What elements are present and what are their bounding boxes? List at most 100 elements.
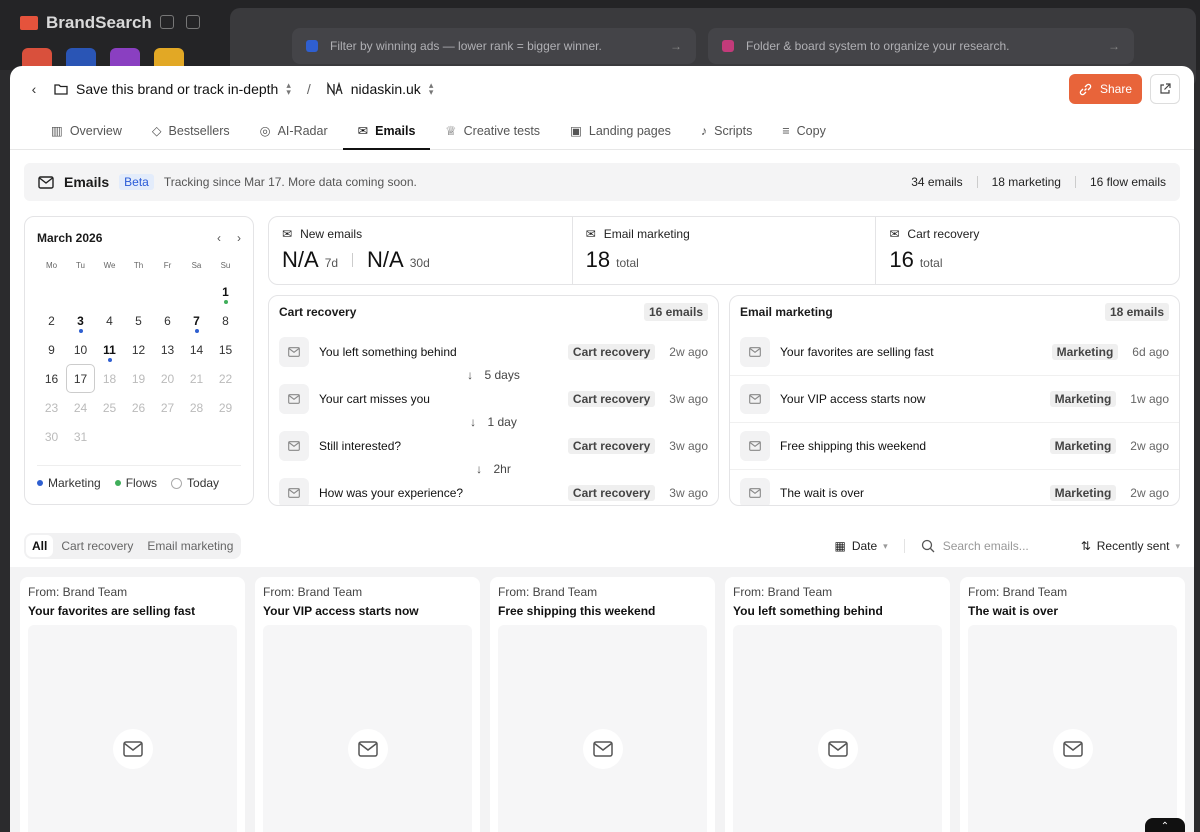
calendar-day[interactable]: 19 — [124, 364, 153, 393]
calendar-day[interactable]: 16 — [37, 364, 66, 393]
calendar-day[interactable]: 27 — [153, 393, 182, 422]
legend-flows: Flows — [114, 476, 157, 490]
segment-cart-recovery[interactable]: Cart recovery — [55, 535, 139, 557]
sort-dropdown[interactable]: ⇅ Recently sent ▾ — [1081, 539, 1180, 553]
calendar-day[interactable]: 17 — [66, 364, 95, 393]
calendar-day[interactable]: 10 — [66, 335, 95, 364]
email-sent-ago: 2w ago — [1130, 439, 1169, 453]
email-preview-card[interactable]: From: Brand Team Your favorites are selli… — [20, 577, 245, 832]
share-button[interactable]: Share — [1068, 74, 1142, 104]
calendar-day[interactable]: 31 — [66, 422, 95, 451]
tab-bestsellers[interactable]: ◇ Bestsellers — [137, 112, 245, 149]
calendar-day[interactable]: 18 — [95, 364, 124, 393]
email-preview-card[interactable]: From: Brand Team Free shipping this weeke… — [490, 577, 715, 832]
segment-email-marketing[interactable]: Email marketing — [141, 535, 239, 557]
brand-avatar-icon — [327, 82, 343, 96]
marketing-emails-count: 18 marketing — [991, 175, 1061, 189]
open-mail-icon: ✉ — [889, 227, 900, 241]
email-subject: Your VIP access starts now — [263, 604, 419, 618]
scroll-up-chevron-icon[interactable]: ⌃ — [1145, 818, 1185, 832]
stat-value-7d: N/A — [282, 247, 319, 272]
email-subject: Free shipping this weekend — [498, 604, 656, 618]
email-list-item[interactable]: Free shipping this weekend Marketing 2w ag… — [730, 422, 1179, 469]
email-sent-ago: 3w ago — [669, 486, 708, 500]
back-chevron-icon[interactable]: ‹ — [24, 81, 44, 97]
external-link-icon — [1160, 83, 1171, 94]
open-external-button[interactable] — [1150, 74, 1180, 104]
tab-copy[interactable]: ≡ Copy — [767, 112, 840, 149]
calendar-day[interactable]: 21 — [182, 364, 211, 393]
segment-control: All Cart recovery Email marketing — [24, 533, 242, 559]
calendar-day[interactable]: 24 — [66, 393, 95, 422]
banner-folders-text: Folder & board system to organize your r… — [746, 39, 1010, 53]
calendar-day[interactable]: 6 — [153, 306, 182, 335]
calendar-day[interactable]: 29 — [211, 393, 240, 422]
calendar-day[interactable]: 7 — [182, 306, 211, 335]
sidebar-toggle-icon[interactable] — [160, 15, 174, 29]
calendar-day[interactable]: 12 — [124, 335, 153, 364]
calendar-day[interactable]: 8 — [211, 306, 240, 335]
calendar-day[interactable]: 2 — [37, 306, 66, 335]
calendar-day[interactable]: 14 — [182, 335, 211, 364]
filter-bar: All Cart recovery Email marketing ▦ Date… — [24, 532, 1180, 560]
calendar-day[interactable]: 1 — [211, 277, 240, 306]
calendar-day[interactable]: 22 — [211, 364, 240, 393]
calendar-day[interactable]: 15 — [211, 335, 240, 364]
brand-name: BrandSearch — [46, 13, 152, 32]
calendar-day[interactable]: 26 — [124, 393, 153, 422]
calendar-day[interactable]: 4 — [95, 306, 124, 335]
email-subject: You left something behind — [319, 344, 457, 359]
flow-emails-count: 16 flow emails — [1089, 175, 1166, 189]
banner-winning-ads[interactable]: Filter by winning ads — lower rank = big… — [292, 28, 696, 64]
calendar-day[interactable]: 13 — [153, 335, 182, 364]
tab-emails[interactable]: ✉ Emails — [342, 112, 431, 150]
tab-creative-tests[interactable]: ♕ Creative tests — [430, 112, 555, 149]
panel-title: Email marketing — [740, 305, 833, 319]
chevron-down-icon: ▾ — [1175, 540, 1180, 551]
calendar-day[interactable]: 25 — [95, 393, 124, 422]
calendar-blank — [153, 277, 182, 306]
arrow-right-icon: → — [670, 39, 682, 53]
tab-label: Landing pages — [588, 123, 671, 138]
calendar-day[interactable]: 9 — [37, 335, 66, 364]
calendar-day[interactable]: 3 — [66, 306, 95, 335]
calendar-day[interactable]: 11 — [95, 335, 124, 364]
calendar-day[interactable]: 5 — [124, 306, 153, 335]
tab-label: Creative tests — [463, 123, 541, 138]
window-icon[interactable] — [186, 15, 200, 29]
day-of-week-label: Su — [220, 261, 231, 270]
tab-overview[interactable]: ▥ Overview — [36, 112, 137, 149]
email-list-item[interactable]: Your favorites are selling fast Marketing… — [730, 328, 1179, 375]
email-sent-ago: 6d ago — [1132, 344, 1169, 359]
text-lines-icon: ≡ — [782, 123, 790, 138]
stats-row: ✉ New emails N/A 7d N/A 30d ✉ Email market… — [268, 216, 1180, 285]
breadcrumb-save-brand[interactable]: Save this brand or track in-depth ▴ ▾ — [54, 81, 291, 97]
calendar-day[interactable]: 20 — [153, 364, 182, 393]
tab-ai-radar[interactable]: ◎ AI-Radar — [245, 112, 343, 149]
email-preview-card[interactable]: From: Brand Team You left something behin… — [725, 577, 950, 832]
folder-icon — [54, 84, 68, 95]
calendar-card: March 2026 ‹ › Mo Tu We Th Fr Sa Su 1 2 3 4 5 6 7 8 9 10… — [24, 216, 254, 505]
email-cards-grid: From: Brand Team Your favorites are selli… — [10, 567, 1194, 832]
date-filter-dropdown[interactable]: ▦ Date ▾ — [834, 539, 905, 553]
email-list-item[interactable]: The wait is over Marketing 2w ago — [730, 469, 1179, 505]
email-subject: Your cart misses you — [319, 392, 430, 406]
tab-landing-pages[interactable]: ▣ Landing pages — [555, 112, 686, 149]
segment-all[interactable]: All — [26, 535, 54, 557]
tab-scripts[interactable]: ♪ Scripts — [686, 112, 767, 149]
calendar-day[interactable]: 23 — [37, 393, 66, 422]
next-month-chevron-icon[interactable]: › — [237, 231, 241, 245]
prev-month-chevron-icon[interactable]: ‹ — [217, 231, 221, 245]
search-input[interactable]: Search emails... — [905, 539, 1075, 553]
chevron-updown-icon: ▴ ▾ — [286, 80, 291, 97]
email-subject: Your VIP access starts now — [780, 392, 926, 406]
email-preview-card[interactable]: From: Brand Team The wait is over — [960, 577, 1185, 832]
banner-folders[interactable]: Folder & board system to organize your r… — [708, 28, 1134, 64]
image-icon: ▣ — [570, 124, 582, 138]
breadcrumb-domain[interactable]: nidaskin.uk ▴ ▾ — [327, 81, 433, 97]
mail-icon — [279, 336, 309, 367]
email-list-item[interactable]: Your VIP access starts now Marketing 1w ag… — [730, 375, 1179, 422]
calendar-day[interactable]: 28 — [182, 393, 211, 422]
email-preview-card[interactable]: From: Brand Team Your VIP access starts n… — [255, 577, 480, 832]
calendar-day[interactable]: 30 — [37, 422, 66, 451]
